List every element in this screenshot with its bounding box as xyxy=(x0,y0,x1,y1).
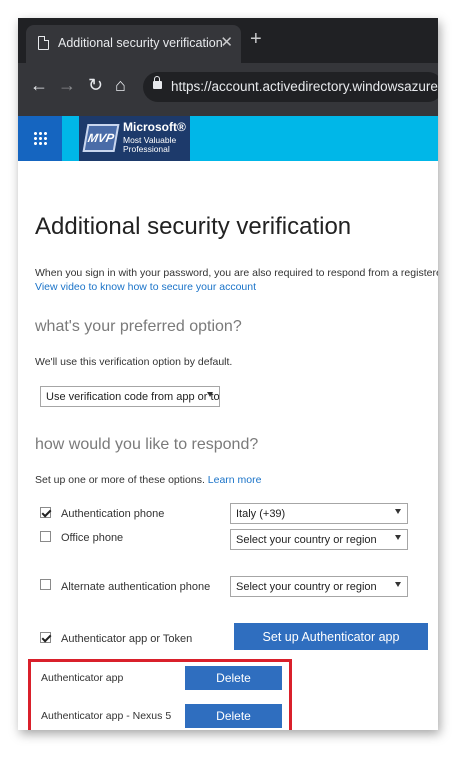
delete-app-button[interactable]: Delete xyxy=(185,704,282,728)
waffle-icon xyxy=(33,131,47,145)
tab-strip: Additional security verification ✕ + xyxy=(18,18,438,63)
alternate-phone-label: Alternate authentication phone xyxy=(61,581,211,593)
preferred-option-value: Use verification code from app or token xyxy=(46,391,220,403)
learn-more-link[interactable]: Learn more xyxy=(208,474,262,486)
logo-line1: Microsoft® xyxy=(123,120,186,134)
authenticator-app-checkbox[interactable] xyxy=(40,632,51,643)
chevron-down-icon xyxy=(395,535,401,540)
reload-icon[interactable]: ↻ xyxy=(88,75,103,96)
logo-line3: Professional xyxy=(123,144,170,154)
delete-app-button[interactable]: Delete xyxy=(185,666,282,690)
office-phone-country-select[interactable]: Select your country or region xyxy=(230,529,408,550)
set-up-authenticator-app-button[interactable]: Set up Authenticator app xyxy=(234,623,428,650)
portal-header: MVP Microsoft® Most Valuable Professiona… xyxy=(18,116,438,161)
url-text: https://account.activedirectory.windowsa… xyxy=(171,79,438,94)
video-link[interactable]: View video to know how to secure your ac… xyxy=(35,281,256,293)
respond-heading: how would you like to respond? xyxy=(35,436,259,453)
app-launcher-button[interactable] xyxy=(18,116,62,161)
address-bar[interactable]: https://account.activedirectory.windowsa… xyxy=(143,72,438,102)
preferred-option-description: We'll use this verification option by de… xyxy=(35,356,233,368)
browser-window: Additional security verification ✕ + ← →… xyxy=(18,18,438,730)
chevron-down-icon xyxy=(395,582,401,587)
office-phone-label: Office phone xyxy=(61,532,124,544)
alternate-phone-country-value: Select your country or region xyxy=(236,581,377,593)
preferred-option-heading: what's your preferred option? xyxy=(35,318,242,335)
authentication-phone-country-select[interactable]: Italy (+39) xyxy=(230,503,408,524)
office-phone-checkbox[interactable] xyxy=(40,531,51,542)
new-tab-button[interactable]: + xyxy=(250,28,262,51)
intro-text: When you sign in with your password, you… xyxy=(35,267,438,279)
registered-app-name: Authenticator app xyxy=(41,672,124,684)
page-title: Additional security verification xyxy=(35,213,352,240)
alternate-phone-country-select[interactable]: Select your country or region xyxy=(230,576,408,597)
page-content: Additional security verification When yo… xyxy=(18,161,438,730)
forward-arrow-icon[interactable]: → xyxy=(58,75,76,96)
home-icon[interactable]: ⌂ xyxy=(115,75,126,96)
back-arrow-icon[interactable]: ← xyxy=(30,75,48,96)
chevron-down-icon xyxy=(207,392,213,397)
authentication-phone-checkbox[interactable] xyxy=(40,507,51,518)
browser-tab[interactable]: Additional security verification ✕ xyxy=(26,25,241,63)
mvp-logo: MVP Microsoft® Most Valuable Professiona… xyxy=(79,116,190,161)
respond-description: Set up one or more of these options. Lea… xyxy=(35,474,261,486)
respond-description-text: Set up one or more of these options. xyxy=(35,474,205,486)
browser-toolbar: ← → ↻ ⌂ https://account.activedirectory.… xyxy=(18,63,438,116)
registered-app-name: Authenticator app - Nexus 5 xyxy=(41,710,172,722)
chevron-down-icon xyxy=(395,509,401,514)
document-icon xyxy=(38,36,49,50)
preferred-option-select[interactable]: Use verification code from app or token xyxy=(40,386,220,407)
office-phone-country-value: Select your country or region xyxy=(236,534,377,546)
lock-icon xyxy=(153,76,162,89)
close-icon[interactable]: ✕ xyxy=(220,33,233,51)
alternate-phone-checkbox[interactable] xyxy=(40,579,51,590)
authentication-phone-label: Authentication phone xyxy=(61,508,165,520)
mvp-badge: MVP xyxy=(82,124,120,152)
authentication-phone-country-value: Italy (+39) xyxy=(236,508,286,520)
authenticator-app-label: Authenticator app or Token xyxy=(61,633,193,645)
logo-subtitle: Most Valuable Professional xyxy=(123,136,176,154)
tab-title: Additional security verification xyxy=(58,36,223,50)
